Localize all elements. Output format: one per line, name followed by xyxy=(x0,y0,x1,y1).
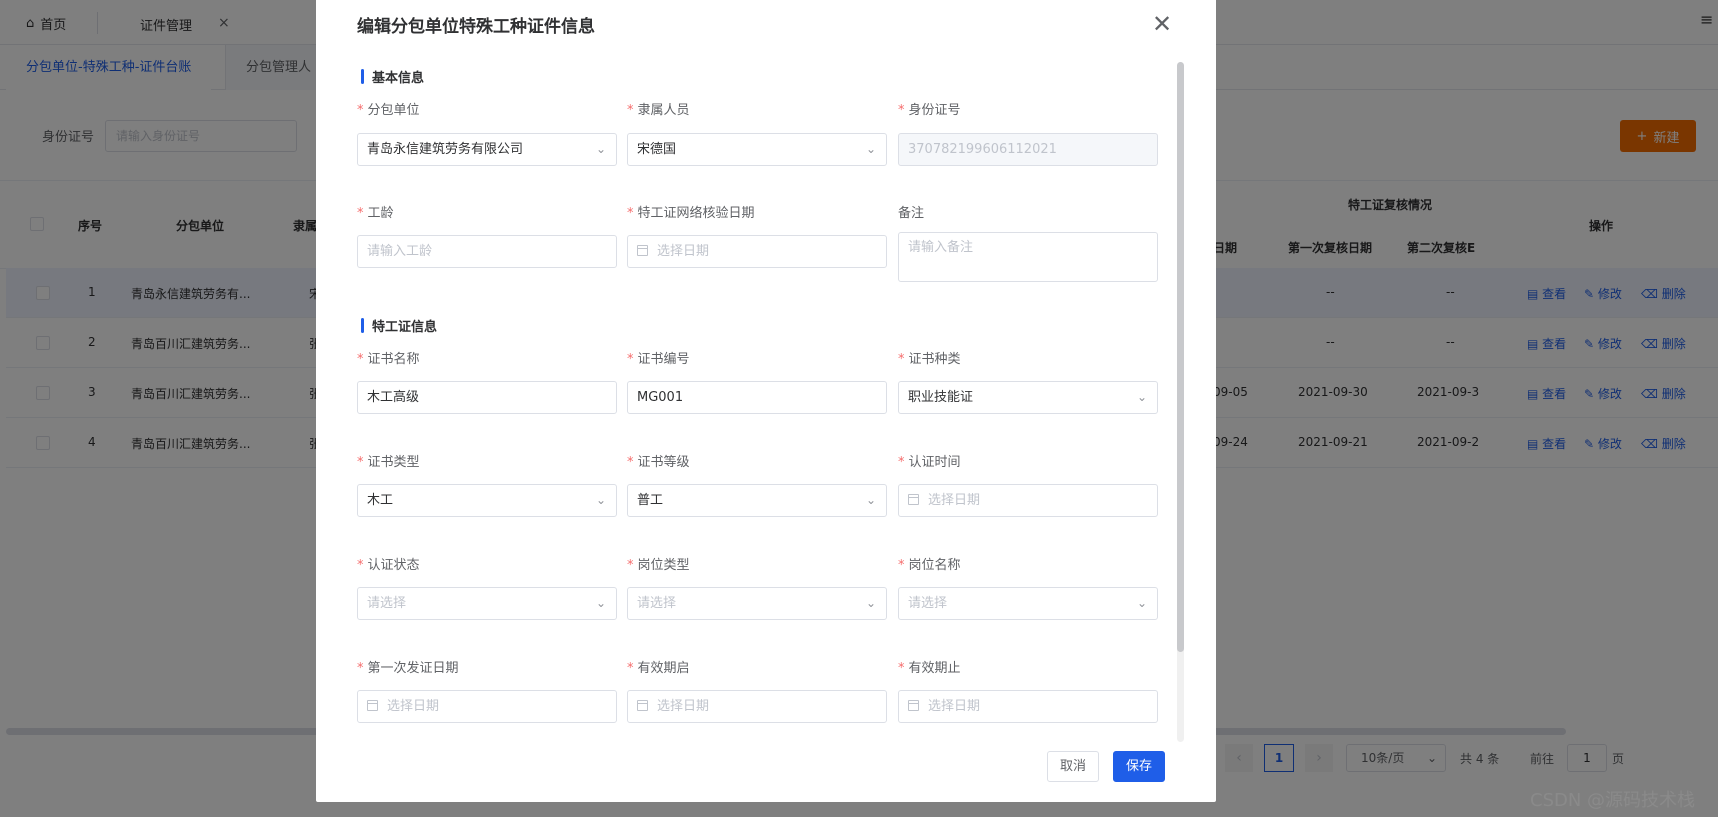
chevron-down-icon: ⌄ xyxy=(595,493,606,507)
label-cert-status: * 认证状态 xyxy=(357,558,420,573)
cert-kind-select[interactable]: 职业技能证 ⌄ xyxy=(898,381,1158,414)
valid-end-picker[interactable]: 选择日期 xyxy=(898,690,1158,723)
label-cert-time: * 认证时间 xyxy=(898,455,961,470)
calendar-icon xyxy=(908,494,919,505)
unit-select[interactable]: 青岛永信建筑劳务有限公司 ⌄ xyxy=(357,133,617,166)
label-remark: 备注 xyxy=(898,206,925,221)
cancel-button[interactable]: 取消 xyxy=(1047,751,1099,782)
close-icon[interactable]: ✕ xyxy=(1152,10,1172,38)
calendar-icon xyxy=(367,700,378,711)
post-name-select[interactable]: 请选择 ⌄ xyxy=(898,587,1158,620)
save-button[interactable]: 保存 xyxy=(1113,751,1165,782)
valid-start-picker[interactable]: 选择日期 xyxy=(627,690,887,723)
label-seniority: * 工龄 xyxy=(357,206,394,221)
calendar-icon xyxy=(908,700,919,711)
label-valid-end: * 有效期止 xyxy=(898,661,961,676)
chevron-down-icon: ⌄ xyxy=(1136,596,1147,610)
label-post-type: * 岗位类型 xyxy=(627,558,690,573)
label-person: * 隶属人员 xyxy=(627,103,690,118)
calendar-icon xyxy=(637,245,648,256)
post-type-select[interactable]: 请选择 ⌄ xyxy=(627,587,887,620)
label-cert-no: * 证书编号 xyxy=(627,352,690,367)
label-cert-name: * 证书名称 xyxy=(357,352,420,367)
label-cert-type: * 证书类型 xyxy=(357,455,420,470)
section-basic-info: 基本信息 xyxy=(361,67,424,86)
label-idcard: * 身份证号 xyxy=(898,103,961,118)
label-cert-kind: * 证书种类 xyxy=(898,352,961,367)
seniority-input[interactable]: 请输入工龄 xyxy=(357,235,617,268)
cert-type-select[interactable]: 木工 ⌄ xyxy=(357,484,617,517)
chevron-down-icon: ⌄ xyxy=(595,142,606,156)
label-verify-date: * 特工证网络核验日期 xyxy=(627,206,755,221)
chevron-down-icon: ⌄ xyxy=(1136,390,1147,404)
dialog-title: 编辑分包单位特殊工种证件信息 xyxy=(357,17,595,37)
cert-no-input[interactable]: MG001 xyxy=(627,381,887,414)
edit-cert-dialog: 编辑分包单位特殊工种证件信息 ✕ 基本信息 * 分包单位 * 隶属人员 * 身份证号 … xyxy=(316,0,1216,802)
chevron-down-icon: ⌄ xyxy=(865,142,876,156)
dialog-scrollbar[interactable] xyxy=(1177,62,1184,652)
label-first-issue: * 第一次发证日期 xyxy=(357,661,459,676)
verify-date-picker[interactable]: 选择日期 xyxy=(627,235,887,268)
idcard-field: 370782199606112021 xyxy=(898,133,1158,166)
chevron-down-icon: ⌄ xyxy=(595,596,606,610)
label-cert-level: * 证书等级 xyxy=(627,455,690,470)
cert-name-input[interactable]: 木工高级 xyxy=(357,381,617,414)
calendar-icon xyxy=(637,700,648,711)
section-cert-info: 特工证信息 xyxy=(361,316,437,335)
label-valid-start: * 有效期启 xyxy=(627,661,690,676)
cert-level-select[interactable]: 普工 ⌄ xyxy=(627,484,887,517)
first-issue-picker[interactable]: 选择日期 xyxy=(357,690,617,723)
cert-time-picker[interactable]: 选择日期 xyxy=(898,484,1158,517)
chevron-down-icon: ⌄ xyxy=(865,596,876,610)
remark-textarea[interactable]: 请输入备注 xyxy=(898,232,1158,282)
label-post-name: * 岗位名称 xyxy=(898,558,961,573)
chevron-down-icon: ⌄ xyxy=(865,493,876,507)
person-select[interactable]: 宋德国 ⌄ xyxy=(627,133,887,166)
cert-status-select[interactable]: 请选择 ⌄ xyxy=(357,587,617,620)
label-unit: * 分包单位 xyxy=(357,103,420,118)
watermark: CSDN @源码技术栈 xyxy=(1530,790,1696,811)
